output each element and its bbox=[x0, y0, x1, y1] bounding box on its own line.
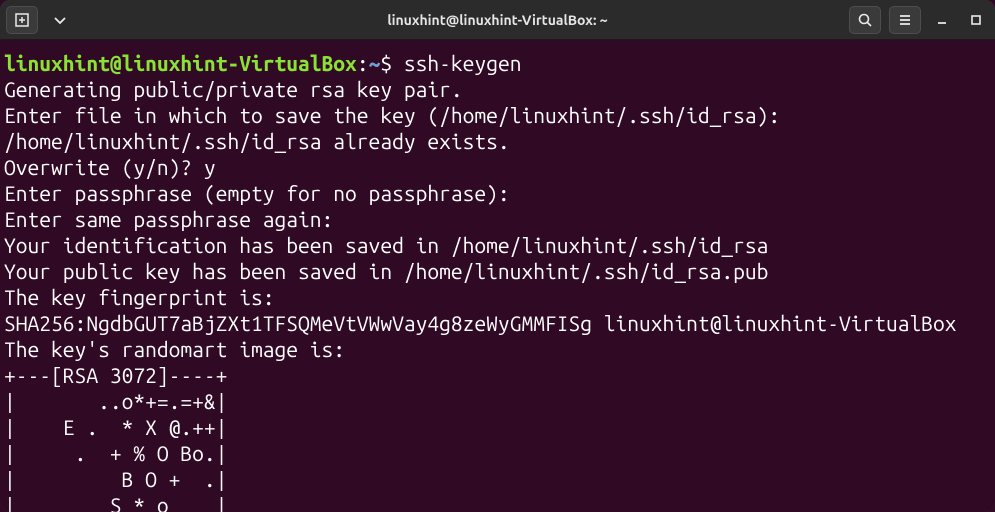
menu-button[interactable] bbox=[889, 6, 921, 34]
output-line: Enter passphrase (empty for no passphras… bbox=[4, 181, 510, 205]
search-button[interactable] bbox=[849, 6, 881, 34]
chevron-down-icon bbox=[52, 12, 68, 28]
tab-dropdown-button[interactable] bbox=[44, 6, 76, 34]
output-line: Overwrite (y/n)? y bbox=[4, 155, 216, 179]
prompt-at: @ bbox=[110, 51, 122, 75]
search-icon bbox=[857, 12, 873, 28]
output-line: /home/linuxhint/.ssh/id_rsa already exis… bbox=[4, 129, 510, 153]
new-tab-button[interactable] bbox=[6, 6, 38, 34]
output-line: Your identification has been saved in /h… bbox=[4, 233, 768, 257]
output-line: | S * o | bbox=[4, 493, 227, 512]
output-line: Enter file in which to save the key (/ho… bbox=[4, 103, 780, 127]
hamburger-icon bbox=[897, 12, 913, 28]
minimize-button[interactable] bbox=[929, 7, 955, 33]
titlebar: linuxhint@linuxhint-VirtualBox: ~ bbox=[0, 0, 995, 40]
output-line: SHA256:NgdbGUT7aBjZXt1TFSQMeVtVWwVay4g8z… bbox=[4, 311, 957, 335]
prompt-dollar: $ bbox=[380, 51, 392, 75]
output-line: | E . * X @.++| bbox=[4, 415, 227, 439]
titlebar-right-group bbox=[849, 6, 989, 34]
window-title: linuxhint@linuxhint-VirtualBox: ~ bbox=[0, 12, 995, 28]
command-text: ssh-keygen bbox=[392, 51, 521, 75]
output-line: Generating public/private rsa key pair. bbox=[4, 77, 463, 101]
terminal-window: linuxhint@linuxhint-VirtualBox: ~ bbox=[0, 0, 995, 512]
minimize-icon bbox=[936, 14, 948, 26]
prompt-user: linuxhint bbox=[4, 51, 110, 75]
new-tab-icon bbox=[14, 12, 30, 28]
output-line: | ..o*+=.=+&| bbox=[4, 389, 227, 413]
prompt-colon: : bbox=[357, 51, 369, 75]
prompt-path: ~ bbox=[369, 51, 381, 75]
maximize-icon bbox=[970, 14, 982, 26]
terminal-content[interactable]: linuxhint@linuxhint-VirtualBox:~$ ssh-ke… bbox=[0, 40, 995, 512]
output-line: | . + % O Bo.| bbox=[4, 441, 227, 465]
output-line: +---[RSA 3072]----+ bbox=[4, 363, 227, 387]
output-line: The key's randomart image is: bbox=[4, 337, 345, 361]
output-line: Your public key has been saved in /home/… bbox=[4, 259, 768, 283]
output-line: The key fingerprint is: bbox=[4, 285, 274, 309]
output-line: | B O + .| bbox=[4, 467, 227, 491]
prompt-host: linuxhint-VirtualBox bbox=[122, 51, 357, 75]
maximize-button[interactable] bbox=[963, 7, 989, 33]
output-line: Enter same passphrase again: bbox=[4, 207, 333, 231]
